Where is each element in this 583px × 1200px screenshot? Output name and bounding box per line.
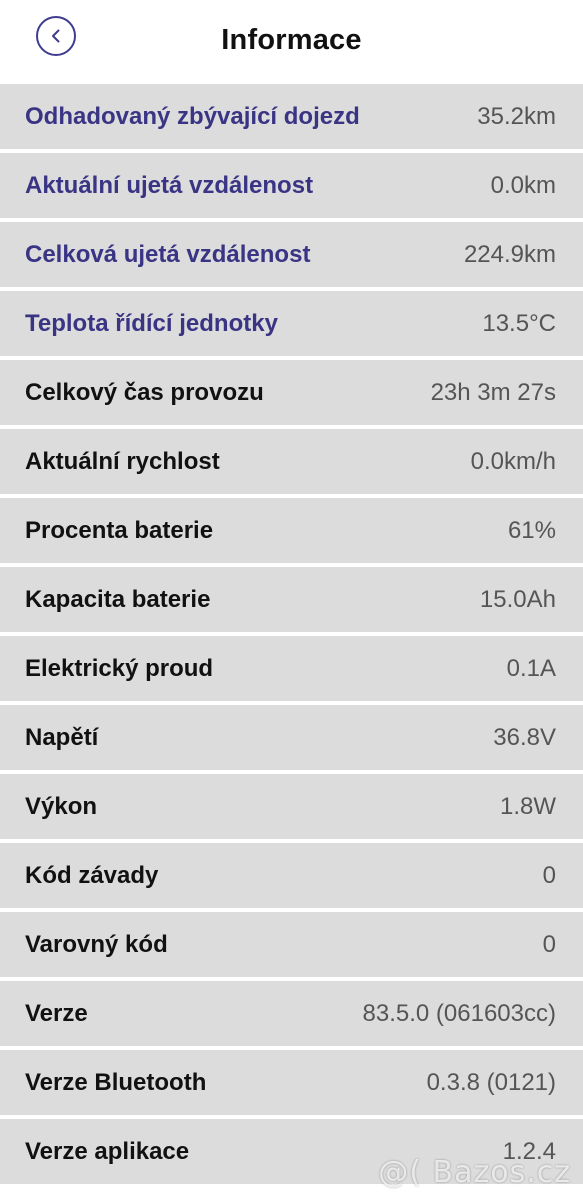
row-label: Verze Bluetooth — [25, 1068, 207, 1096]
row-label: Verze — [25, 999, 88, 1027]
row-label: Kapacita baterie — [25, 585, 211, 613]
row-value: 0 — [542, 861, 556, 889]
row-value: 1.2.4 — [502, 1137, 556, 1165]
row-value: 224.9km — [463, 240, 556, 268]
info-row-total-distance[interactable]: Celková ujetá vzdálenost 224.9km — [0, 222, 583, 287]
row-label: Celkový čas provozu — [25, 378, 264, 406]
info-row-bluetooth-version: Verze Bluetooth 0.3.8 (0121) — [0, 1050, 583, 1115]
row-label: Aktuální ujetá vzdálenost — [25, 171, 314, 199]
row-label: Varovný kód — [25, 930, 168, 958]
row-label: Verze aplikace — [25, 1137, 190, 1165]
row-label: Celková ujetá vzdálenost — [25, 240, 311, 268]
row-value: 1.8W — [499, 792, 556, 820]
info-row-controller-temperature[interactable]: Teplota řídící jednotky 13.5°C — [0, 291, 583, 356]
row-value: 0.3.8 (0121) — [426, 1068, 556, 1096]
info-row-power: Výkon 1.8W — [0, 774, 583, 839]
row-value: 0.0km/h — [470, 447, 556, 475]
row-label: Teplota řídící jednotky — [25, 309, 278, 337]
row-label: Kód závady — [25, 861, 159, 889]
info-row-current-speed: Aktuální rychlost 0.0km/h — [0, 429, 583, 494]
info-list: Odhadovaný zbývající dojezd 35.2km Aktuá… — [0, 84, 583, 1188]
row-value: 0.0km — [490, 171, 556, 199]
info-row-estimated-range[interactable]: Odhadovaný zbývající dojezd 35.2km — [0, 84, 583, 149]
row-label: Výkon — [25, 792, 98, 820]
row-value: 61% — [507, 516, 556, 544]
row-value: 0.1A — [506, 654, 556, 682]
row-value: 13.5°C — [482, 309, 556, 337]
info-row-current-distance[interactable]: Aktuální ujetá vzdálenost 0.0km — [0, 153, 583, 218]
row-value: 36.8V — [493, 723, 556, 751]
row-label: Elektrický proud — [25, 654, 214, 682]
info-row-warning-code: Varovný kód 0 — [0, 912, 583, 977]
row-label: Aktuální rychlost — [25, 447, 220, 475]
row-label: Procenta baterie — [25, 516, 214, 544]
row-value: 15.0Ah — [479, 585, 556, 613]
row-value: 35.2km — [477, 102, 556, 130]
row-value: 83.5.0 (061603cc) — [362, 999, 556, 1027]
info-row-total-runtime: Celkový čas provozu 23h 3m 27s — [0, 360, 583, 425]
info-row-version: Verze 83.5.0 (061603cc) — [0, 981, 583, 1046]
info-row-voltage: Napětí 36.8V — [0, 705, 583, 770]
info-row-electric-current: Elektrický proud 0.1A — [0, 636, 583, 701]
info-row-battery-capacity: Kapacita baterie 15.0Ah — [0, 567, 583, 632]
row-label: Napětí — [25, 723, 99, 751]
header-bar: Informace — [0, 0, 583, 84]
page-title: Informace — [221, 24, 362, 56]
row-value: 23h 3m 27s — [430, 378, 556, 406]
row-label: Odhadovaný zbývající dojezd — [25, 102, 360, 130]
info-row-fault-code: Kód závady 0 — [0, 843, 583, 908]
info-row-battery-percent: Procenta baterie 61% — [0, 498, 583, 563]
info-row-app-version: Verze aplikace 1.2.4 — [0, 1119, 583, 1184]
row-value: 0 — [542, 930, 556, 958]
